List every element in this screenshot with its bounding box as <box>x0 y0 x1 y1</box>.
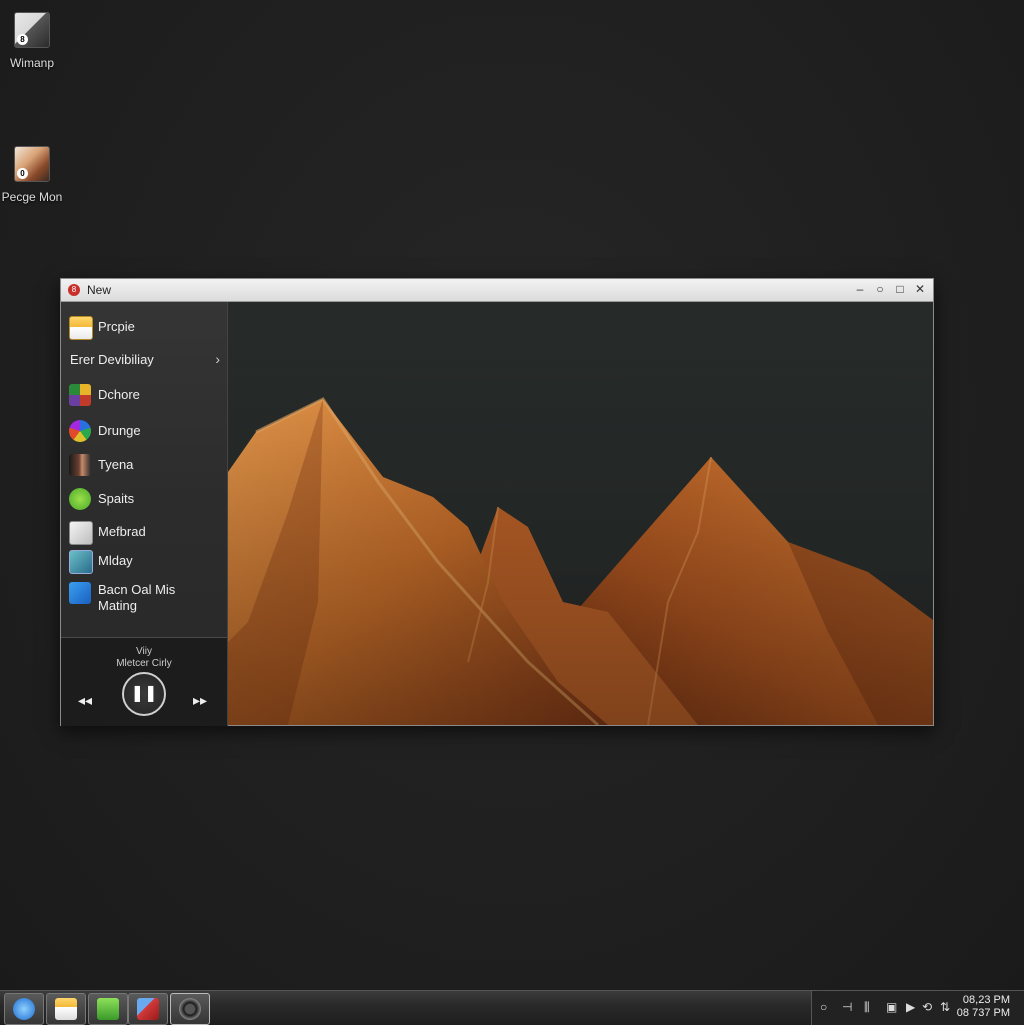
clock[interactable]: 08,23 PM 08 737 PM <box>957 994 1010 1020</box>
document-icon <box>69 521 93 545</box>
tray-network-icon[interactable]: ⇅ <box>940 1000 950 1014</box>
sidebar-item-mefbrad[interactable]: Mefbrad <box>69 520 221 545</box>
sidebar: Prcpie Erer Devibiliay › Dchore Drunge T… <box>61 302 228 637</box>
minimize-button[interactable]: – <box>851 281 869 298</box>
maximize-button[interactable]: □ <box>891 281 909 298</box>
portrait-icon: 8 <box>14 12 50 48</box>
media-player: Viiy Mletcer Cirly ◂◂ ❚❚ ▸▸ <box>61 637 228 726</box>
tray-play-icon[interactable]: ▶ <box>906 1000 915 1014</box>
sidebar-item-label-line2: Mating <box>98 598 138 613</box>
restore-button[interactable]: ○ <box>871 281 889 298</box>
sidebar-item-people[interactable]: Prcpie <box>69 315 221 340</box>
tray-pin-icon[interactable]: ⊣ <box>842 1000 852 1014</box>
desktop-icon-wimanp[interactable]: 8 Wimanp <box>0 12 68 70</box>
previous-button[interactable]: ◂◂ <box>78 692 92 709</box>
clock-date: 08 737 PM <box>956 1007 1010 1019</box>
camera-icon <box>179 998 201 1020</box>
badge: 0 <box>17 168 28 179</box>
app-window: 8 New – ○ □ ✕ Prcpie Erer Devibiliay › D… <box>60 278 934 726</box>
clock-time: 08,23 PM <box>962 994 1010 1006</box>
sidebar-item-label: Prcpie <box>98 319 135 334</box>
red-app-icon <box>137 998 159 1020</box>
tray-display-icon[interactable]: ▣ <box>886 1000 897 1014</box>
sidebar-item-label: Mefbrad <box>98 524 146 539</box>
folder-icon <box>69 316 93 340</box>
sidebar-heading-label: Erer Devibiliay <box>70 352 154 367</box>
mountain-landscape-image <box>228 302 933 725</box>
phone-icon <box>97 998 119 1020</box>
desktop-icon-label: Wimanp <box>9 56 54 70</box>
sidebar-item-bacn-oal-mis[interactable]: Bacn Oal Mis Mating <box>69 580 221 614</box>
title-bar[interactable]: 8 New – ○ □ ✕ <box>61 279 933 302</box>
sidebar-item-label: Dchore <box>98 387 140 402</box>
next-button[interactable]: ▸▸ <box>193 692 207 709</box>
chevron-right-icon: › <box>215 351 220 367</box>
game-icon <box>69 384 91 406</box>
desktop-icon-page-mon[interactable]: 0 Pecge Mon <box>0 146 68 204</box>
taskbar-app-red[interactable] <box>128 993 168 1025</box>
taskbar-app-phone[interactable] <box>88 993 128 1025</box>
sidebar-item-mlday[interactable]: Mlday <box>69 549 221 574</box>
tray-status-icon[interactable]: ○ <box>820 1000 827 1014</box>
badge: 8 <box>17 34 28 45</box>
sidebar-item-label: Tyena <box>98 457 134 472</box>
desktop-icon-label: Pecge Mon <box>1 190 63 204</box>
taskbar-app-file-explorer[interactable] <box>46 993 86 1025</box>
system-tray: ○ ⊣ ⫼ ▣ ▶ ⟲ ⇅ 08,23 PM 08 737 PM <box>811 991 1024 1025</box>
now-playing-title: Viiy <box>136 646 152 657</box>
colorful-ball-icon <box>69 420 91 442</box>
sidebar-item-label: Drunge <box>98 423 141 438</box>
taskbar-app-camera[interactable] <box>170 993 210 1025</box>
sidebar-item-spaits[interactable]: Spaits <box>69 487 221 511</box>
windows-logo-icon <box>69 582 91 604</box>
chat-icon <box>69 488 91 510</box>
tray-sync-icon[interactable]: ⟲ <box>922 1000 932 1014</box>
start-orb-icon <box>13 998 35 1020</box>
sidebar-heading[interactable]: Erer Devibiliay › <box>70 351 220 367</box>
sidebar-item-label: Bacn Oal Mis Mating <box>98 582 175 614</box>
file-explorer-icon <box>55 998 77 1020</box>
mountain-wallpaper-view <box>228 302 933 725</box>
start-button[interactable] <box>4 993 44 1025</box>
portrait-icon <box>69 454 91 476</box>
portrait-icon: 0 <box>14 146 50 182</box>
image-icon <box>69 550 93 574</box>
now-playing-artist: Mletcer Cirly <box>116 658 172 669</box>
tray-keyboard-icon[interactable]: ⫼ <box>864 1000 870 1015</box>
app-icon: 8 <box>68 284 80 296</box>
sidebar-item-label-line1: Bacn Oal Mis <box>98 582 176 597</box>
close-button[interactable]: ✕ <box>911 281 929 298</box>
window-title: New <box>87 283 112 297</box>
pause-button[interactable]: ❚❚ <box>122 672 166 716</box>
sidebar-item-label: Mlday <box>98 553 133 568</box>
taskbar: ○ ⊣ ⫼ ▣ ▶ ⟲ ⇅ 08,23 PM 08 737 PM <box>0 990 1024 1025</box>
sidebar-item-tyena[interactable]: Tyena <box>69 453 221 477</box>
sidebar-item-label: Spaits <box>98 491 135 506</box>
sidebar-item-drunge[interactable]: Drunge <box>69 419 221 443</box>
sidebar-item-dchore[interactable]: Dchore <box>69 383 221 407</box>
